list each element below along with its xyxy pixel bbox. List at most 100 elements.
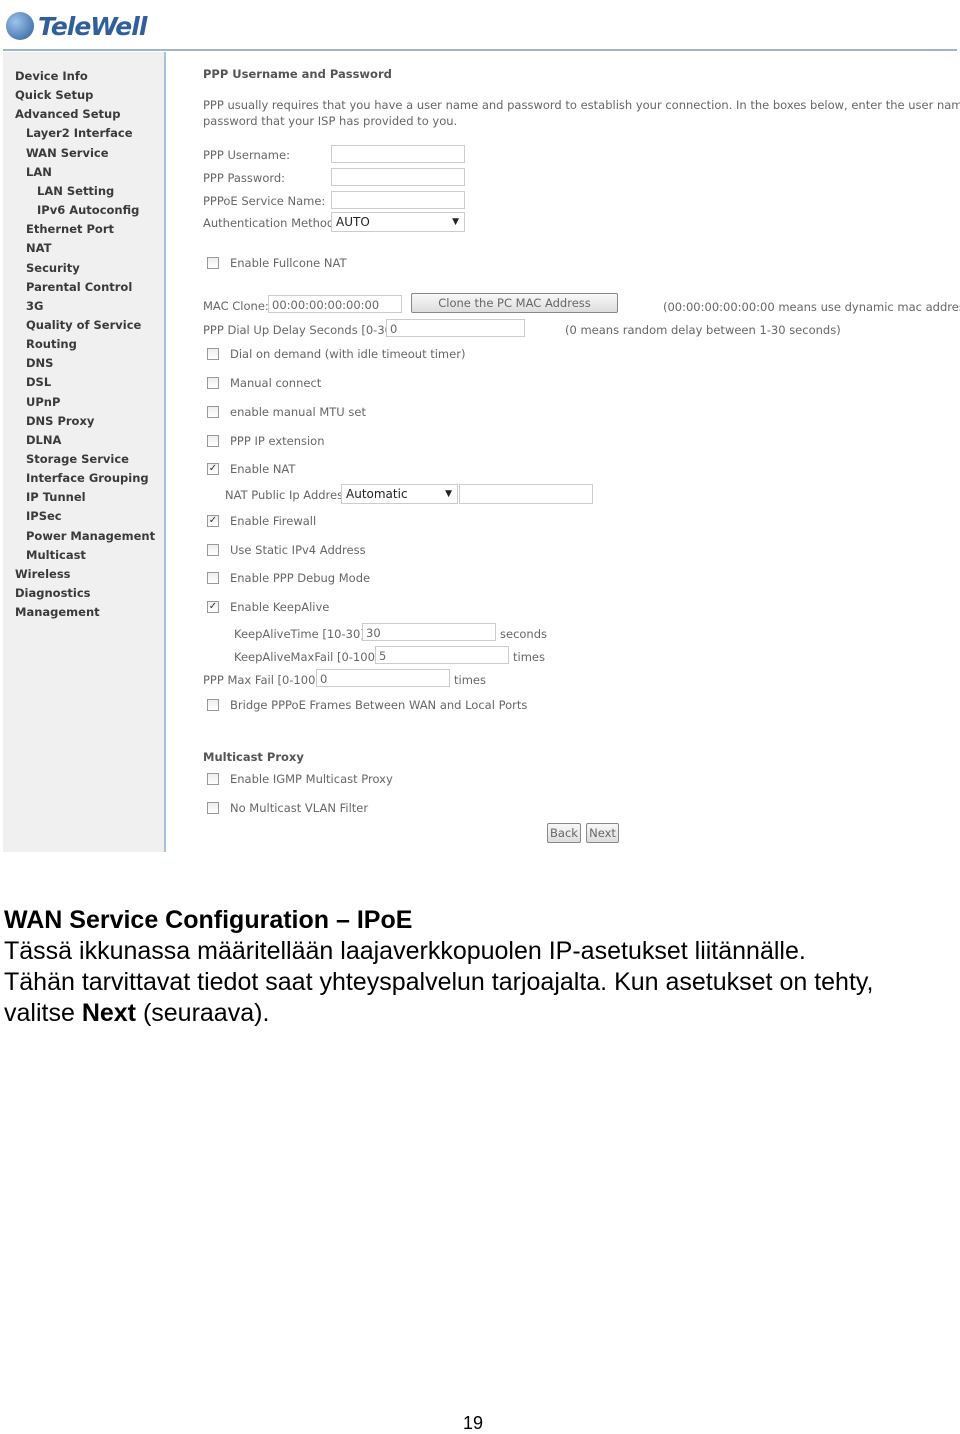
sidebar-item-security[interactable]: Security <box>26 261 80 275</box>
sidebar-item-dns[interactable]: DNS <box>26 356 53 370</box>
dial-demand-checkbox[interactable] <box>207 348 219 360</box>
keepalive-time-label: KeepAliveTime [10-30]: <box>234 627 369 641</box>
sidebar-item-ethernet-port[interactable]: Ethernet Port <box>26 222 114 236</box>
nat-label: Enable NAT <box>230 462 296 476</box>
dropdown-arrow-icon: ▼ <box>445 489 452 499</box>
sidebar-item-wireless[interactable]: Wireless <box>15 567 71 581</box>
sidebar-item-dsl[interactable]: DSL <box>26 375 51 389</box>
auth-method-select[interactable]: AUTO ▼ <box>331 212 465 232</box>
ip-ext-label: PPP IP extension <box>230 434 325 448</box>
sidebar-item-quality-of-service[interactable]: Quality of Service <box>26 318 141 332</box>
sidebar-item-nat[interactable]: NAT <box>26 241 51 255</box>
debug-label: Enable PPP Debug Mode <box>230 571 371 585</box>
dial-delay-hint: (0 means random delay between 1-30 secon… <box>565 323 841 337</box>
doc-line-3-text: valitse <box>4 999 82 1027</box>
fullcone-label: Enable Fullcone NAT <box>230 256 347 270</box>
mac-hint: (00:00:00:00:00:00 means use dynamic mac… <box>663 300 960 314</box>
bridge-checkbox[interactable] <box>207 699 219 711</box>
keepalive-checkbox[interactable]: ✓ <box>207 601 219 613</box>
doc-line-1: Tässä ikkunassa määritellään laajaverkko… <box>4 937 806 965</box>
keepalive-fail-label: KeepAliveMaxFail [0-100]: <box>234 650 384 664</box>
sidebar-item-upnp[interactable]: UPnP <box>26 395 60 409</box>
doc-line-3-bold: Next <box>81 999 136 1027</box>
nat-public-ip-label: NAT Public Ip Address <box>225 488 350 502</box>
nat-public-ip-input[interactable] <box>459 484 593 504</box>
max-fail-input[interactable]: 0 <box>316 669 450 687</box>
section-title: PPP Username and Password <box>203 67 392 81</box>
back-button[interactable]: Back <box>547 823 581 843</box>
doc-heading: WAN Service Configuration – IPoE <box>4 906 413 934</box>
sidebar-item-management[interactable]: Management <box>15 605 100 619</box>
firewall-checkbox[interactable]: ✓ <box>207 515 219 527</box>
vlan-label: No Multicast VLAN Filter <box>230 801 369 815</box>
sidebar-item-device-info[interactable]: Device Info <box>15 69 88 83</box>
keepalive-fail-input[interactable]: 5 <box>375 646 509 664</box>
vlan-checkbox[interactable] <box>207 802 219 814</box>
doc-line-3: valitse Next (seuraava). <box>4 999 269 1028</box>
header-divider <box>3 49 957 51</box>
username-label: PPP Username: <box>203 148 290 162</box>
sidebar-item-interface-grouping[interactable]: Interface Grouping <box>26 471 149 485</box>
keepalive-label: Enable KeepAlive <box>230 600 330 614</box>
sidebar-item-3g[interactable]: 3G <box>26 299 43 313</box>
sidebar-item-layer2-interface[interactable]: Layer2 Interface <box>26 126 133 140</box>
nat-public-ip-value: Automatic <box>346 487 408 501</box>
mac-clone-input[interactable]: 00:00:00:00:00:00 <box>268 295 402 313</box>
password-input[interactable] <box>331 168 465 186</box>
sidebar-item-ipv6-autoconfig[interactable]: IPv6 Autoconfig <box>37 203 139 217</box>
debug-checkbox[interactable] <box>207 572 219 584</box>
manual-connect-checkbox[interactable] <box>207 377 219 389</box>
sidebar-item-storage-service[interactable]: Storage Service <box>26 452 129 466</box>
intro-text-2: password that your ISP has provided to y… <box>203 114 458 128</box>
sidebar-item-dns-proxy[interactable]: DNS Proxy <box>26 414 94 428</box>
static-ipv4-checkbox[interactable] <box>207 544 219 556</box>
sidebar-item-power-management[interactable]: Power Management <box>26 529 155 543</box>
fullcone-checkbox[interactable] <box>207 257 219 269</box>
igmp-checkbox[interactable] <box>207 773 219 785</box>
telewell-logo: TeleWell <box>6 4 147 48</box>
mtu-checkbox[interactable] <box>207 406 219 418</box>
nat-public-ip-select[interactable]: Automatic ▼ <box>341 484 458 504</box>
dial-delay-label: PPP Dial Up Delay Seconds [0-30]: <box>203 323 401 337</box>
ip-ext-checkbox[interactable] <box>207 435 219 447</box>
max-fail-label: PPP Max Fail [0-100]: <box>203 673 324 687</box>
dial-demand-label: Dial on demand (with idle timeout timer) <box>230 347 466 361</box>
intro-text: PPP usually requires that you have a use… <box>203 98 960 112</box>
static-ipv4-label: Use Static IPv4 Address <box>230 543 366 557</box>
multicast-title: Multicast Proxy <box>203 750 304 764</box>
username-input[interactable] <box>331 145 465 163</box>
service-name-label: PPPoE Service Name: <box>203 194 326 208</box>
igmp-label: Enable IGMP Multicast Proxy <box>230 772 393 786</box>
sidebar-item-ipsec[interactable]: IPSec <box>26 509 62 523</box>
next-button[interactable]: Next <box>586 823 619 843</box>
sidebar-item-lan[interactable]: LAN <box>26 165 52 179</box>
bridge-label: Bridge PPPoE Frames Between WAN and Loca… <box>230 698 528 712</box>
password-label: PPP Password: <box>203 171 286 185</box>
keepalive-fail-unit: times <box>513 650 545 664</box>
nat-checkbox[interactable]: ✓ <box>207 463 219 475</box>
dropdown-arrow-icon: ▼ <box>452 217 459 227</box>
page-number: 19 <box>463 1413 484 1433</box>
sidebar-item-parental-control[interactable]: Parental Control <box>26 280 132 294</box>
sidebar-item-advanced-setup[interactable]: Advanced Setup <box>15 107 120 121</box>
max-fail-unit: times <box>454 673 486 687</box>
sidebar-item-quick-setup[interactable]: Quick Setup <box>15 88 93 102</box>
auth-method-label: Authentication Method: <box>203 216 339 230</box>
sidebar-item-routing[interactable]: Routing <box>26 337 77 351</box>
sidebar-item-dlna[interactable]: DLNA <box>26 433 61 447</box>
auth-method-value: AUTO <box>336 215 370 229</box>
sidebar-item-diagnostics[interactable]: Diagnostics <box>15 586 91 600</box>
sidebar-item-multicast[interactable]: Multicast <box>26 548 86 562</box>
sidebar-item-ip-tunnel[interactable]: IP Tunnel <box>26 490 86 504</box>
sidebar-item-wan-service[interactable]: WAN Service <box>26 146 109 160</box>
service-name-input[interactable] <box>331 191 465 209</box>
globe-icon <box>6 12 34 40</box>
doc-line-3-end: (seuraava). <box>136 999 270 1027</box>
sidebar-item-lan-setting[interactable]: LAN Setting <box>37 184 114 198</box>
mtu-label: enable manual MTU set <box>230 405 366 419</box>
firewall-label: Enable Firewall <box>230 514 317 528</box>
clone-mac-button[interactable]: Clone the PC MAC Address <box>411 293 618 313</box>
mac-clone-label: MAC Clone: <box>203 299 269 313</box>
keepalive-time-input[interactable]: 30 <box>362 623 496 641</box>
dial-delay-input[interactable]: 0 <box>386 319 525 337</box>
